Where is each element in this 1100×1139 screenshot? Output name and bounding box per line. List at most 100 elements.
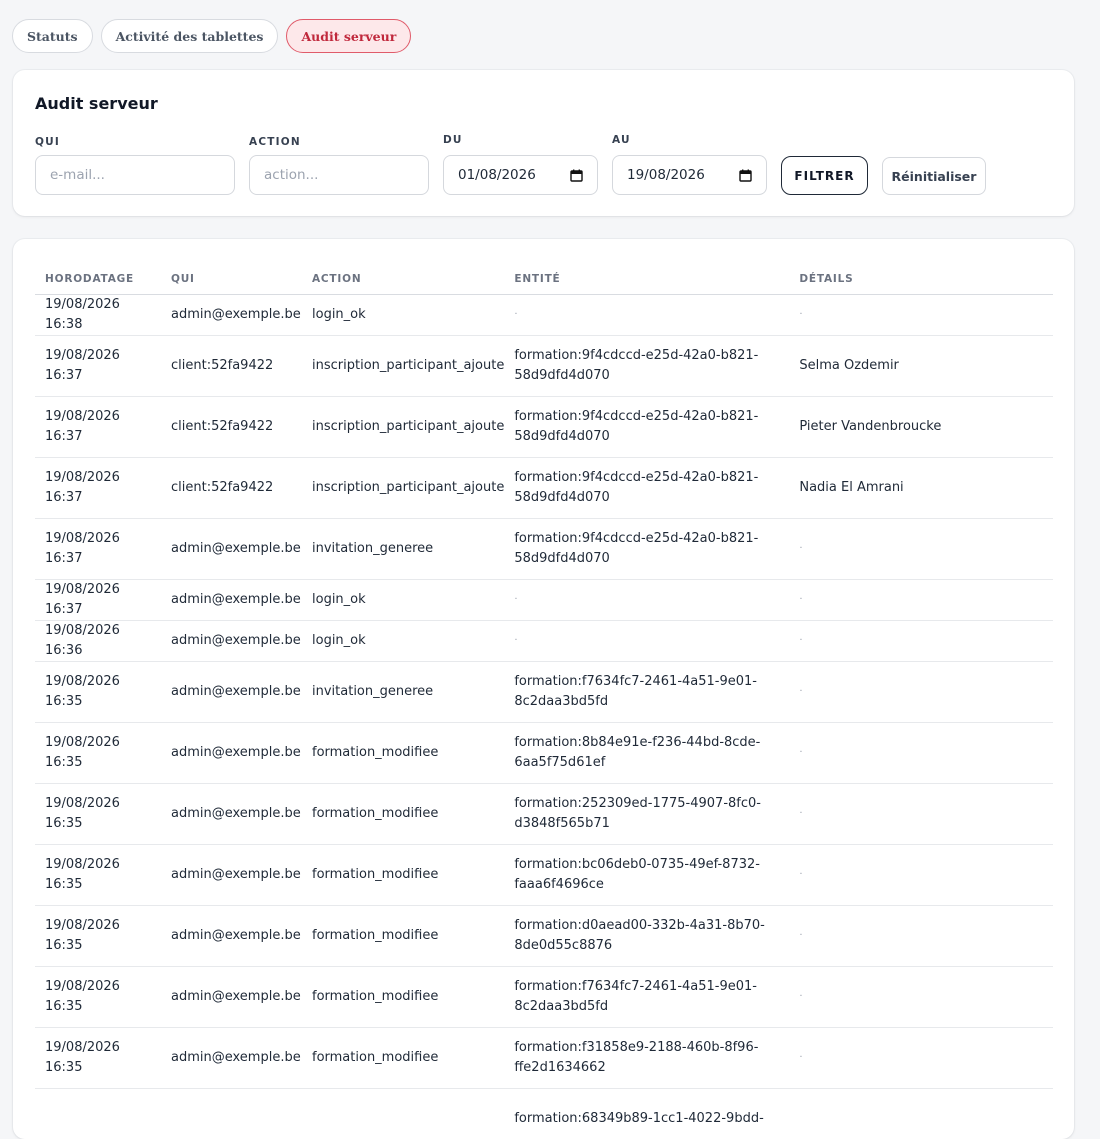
- filter-button[interactable]: FILTRER: [781, 156, 868, 195]
- cell-entite: formation:9f4cdccd-e25d-42a0-b821-58d9df…: [504, 336, 789, 397]
- cell-qui: admin@exemple.be: [161, 967, 302, 1028]
- cell-entite: formation:9f4cdccd-e25d-42a0-b821-58d9df…: [504, 397, 789, 458]
- cell-details: ·: [789, 621, 1053, 662]
- cell-entite: ·: [504, 580, 789, 621]
- column-header-entite[interactable]: ENTITÉ: [504, 263, 789, 295]
- cell-action: inscription_participant_ajoute: [302, 336, 504, 397]
- table-row[interactable]: 19/08/2026 16:37 client:52fa9422 inscrip…: [35, 458, 1053, 519]
- calendar-icon[interactable]: [570, 169, 583, 182]
- cell-action: formation_modifiee: [302, 906, 504, 967]
- tab-activite-tablettes[interactable]: Activité des tablettes: [101, 19, 279, 53]
- cell-qui: [161, 1089, 302, 1139]
- filter-title: Audit serveur: [35, 94, 158, 113]
- table-row[interactable]: 19/08/2026 16:37 admin@exemple.be login_…: [35, 580, 1053, 621]
- cell-horodatage: 19/08/2026 16:38: [35, 295, 161, 336]
- cell-horodatage: 19/08/2026 16:37: [35, 519, 161, 580]
- qui-input[interactable]: [35, 155, 235, 195]
- au-date-input[interactable]: 19/08/2026: [612, 155, 767, 195]
- table-row[interactable]: 19/08/2026 16:37 client:52fa9422 inscrip…: [35, 336, 1053, 397]
- cell-horodatage: 19/08/2026 16:35: [35, 723, 161, 784]
- cell-details: ·: [789, 519, 1053, 580]
- column-header-action[interactable]: ACTION: [302, 263, 504, 295]
- cell-action: inscription_participant_ajoute: [302, 458, 504, 519]
- cell-entite: formation:9f4cdccd-e25d-42a0-b821-58d9df…: [504, 519, 789, 580]
- cell-entite: formation:bc06deb0-0735-49ef-8732-faaa6f…: [504, 845, 789, 906]
- table-row[interactable]: 19/08/2026 16:35 admin@exemple.be format…: [35, 1028, 1053, 1089]
- qui-label: QUI: [35, 136, 60, 148]
- cell-qui: admin@exemple.be: [161, 906, 302, 967]
- calendar-icon[interactable]: [739, 169, 752, 182]
- cell-entite: formation:f7634fc7-2461-4a51-9e01-8c2daa…: [504, 662, 789, 723]
- cell-action: formation_modifiee: [302, 723, 504, 784]
- cell-entite: formation:8b84e91e-f236-44bd-8cde-6aa5f7…: [504, 723, 789, 784]
- table-row[interactable]: 19/08/2026 16:37 client:52fa9422 inscrip…: [35, 397, 1053, 458]
- cell-qui: admin@exemple.be: [161, 580, 302, 621]
- table-row[interactable]: 19/08/2026 16:35 admin@exemple.be format…: [35, 723, 1053, 784]
- du-date-input[interactable]: 01/08/2026: [443, 155, 598, 195]
- cell-qui: admin@exemple.be: [161, 845, 302, 906]
- table-row[interactable]: 19/08/2026 16:35 admin@exemple.be format…: [35, 845, 1053, 906]
- cell-action: formation_modifiee: [302, 1028, 504, 1089]
- table-row[interactable]: 19/08/2026 16:35 admin@exemple.be format…: [35, 784, 1053, 845]
- cell-action: [302, 1089, 504, 1139]
- au-date-value: 19/08/2026: [627, 167, 705, 183]
- au-label: AU: [612, 134, 631, 146]
- cell-qui: admin@exemple.be: [161, 784, 302, 845]
- column-header-details[interactable]: DÉTAILS: [789, 263, 1053, 295]
- action-input[interactable]: [249, 155, 429, 195]
- cell-qui: client:52fa9422: [161, 397, 302, 458]
- tab-statuts[interactable]: Statuts: [12, 19, 93, 53]
- cell-horodatage: 19/08/2026 16:37: [35, 458, 161, 519]
- cell-horodatage: 19/08/2026 16:35: [35, 967, 161, 1028]
- table-row[interactable]: 19/08/2026 16:36 admin@exemple.be login_…: [35, 621, 1053, 662]
- cell-details: ·: [789, 580, 1053, 621]
- table-row[interactable]: 19/08/2026 16:37 admin@exemple.be invita…: [35, 519, 1053, 580]
- cell-entite: formation:f7634fc7-2461-4a51-9e01-8c2daa…: [504, 967, 789, 1028]
- table-row[interactable]: 19/08/2026 16:38 admin@exemple.be login_…: [35, 295, 1053, 336]
- cell-details: Nadia El Amrani: [789, 458, 1053, 519]
- cell-qui: admin@exemple.be: [161, 723, 302, 784]
- cell-qui: admin@exemple.be: [161, 519, 302, 580]
- table-row[interactable]: 19/08/2026 16:35 admin@exemple.be format…: [35, 906, 1053, 967]
- cell-horodatage: 19/08/2026 16:36: [35, 621, 161, 662]
- cell-details: ·: [789, 845, 1053, 906]
- cell-horodatage: 19/08/2026 16:35: [35, 845, 161, 906]
- cell-entite: ·: [504, 295, 789, 336]
- cell-action: formation_modifiee: [302, 967, 504, 1028]
- tab-audit-serveur[interactable]: Audit serveur: [286, 19, 411, 53]
- audit-table: HORODATAGE QUI ACTION ENTITÉ DÉTAILS 19/…: [35, 263, 1053, 1139]
- column-header-horodatage[interactable]: HORODATAGE: [35, 263, 161, 295]
- cell-details: [789, 1089, 1053, 1139]
- reset-button[interactable]: Réinitialiser: [882, 157, 986, 195]
- cell-horodatage: 19/08/2026 16:35: [35, 662, 161, 723]
- cell-qui: admin@exemple.be: [161, 621, 302, 662]
- audit-table-card: HORODATAGE QUI ACTION ENTITÉ DÉTAILS 19/…: [13, 239, 1074, 1139]
- du-date-value: 01/08/2026: [458, 167, 536, 183]
- cell-entite: formation:68349b89-1cc1-4022-9bdd-: [504, 1089, 789, 1139]
- cell-action: formation_modifiee: [302, 845, 504, 906]
- cell-action: login_ok: [302, 295, 504, 336]
- cell-entite: ·: [504, 621, 789, 662]
- cell-details: Pieter Vandenbroucke: [789, 397, 1053, 458]
- table-row[interactable]: formation:68349b89-1cc1-4022-9bdd-: [35, 1089, 1053, 1139]
- cell-details: ·: [789, 967, 1053, 1028]
- cell-qui: admin@exemple.be: [161, 295, 302, 336]
- cell-entite: formation:9f4cdccd-e25d-42a0-b821-58d9df…: [504, 458, 789, 519]
- cell-entite: formation:d0aead00-332b-4a31-8b70-8de0d5…: [504, 906, 789, 967]
- cell-action: invitation_generee: [302, 662, 504, 723]
- cell-action: inscription_participant_ajoute: [302, 397, 504, 458]
- cell-details: ·: [789, 1028, 1053, 1089]
- cell-horodatage: 19/08/2026 16:37: [35, 580, 161, 621]
- cell-details: ·: [789, 662, 1053, 723]
- cell-horodatage: 19/08/2026 16:35: [35, 784, 161, 845]
- column-header-qui[interactable]: QUI: [161, 263, 302, 295]
- cell-horodatage: [35, 1089, 161, 1139]
- table-row[interactable]: 19/08/2026 16:35 admin@exemple.be format…: [35, 967, 1053, 1028]
- filter-card: Audit serveur QUI ACTION DU 01/08/2026 A…: [13, 70, 1074, 216]
- table-header-row: HORODATAGE QUI ACTION ENTITÉ DÉTAILS: [35, 263, 1053, 295]
- table-row[interactable]: 19/08/2026 16:35 admin@exemple.be invita…: [35, 662, 1053, 723]
- du-label: DU: [443, 134, 463, 146]
- cell-horodatage: 19/08/2026 16:37: [35, 336, 161, 397]
- cell-horodatage: 19/08/2026 16:37: [35, 397, 161, 458]
- cell-entite: formation:252309ed-1775-4907-8fc0-d3848f…: [504, 784, 789, 845]
